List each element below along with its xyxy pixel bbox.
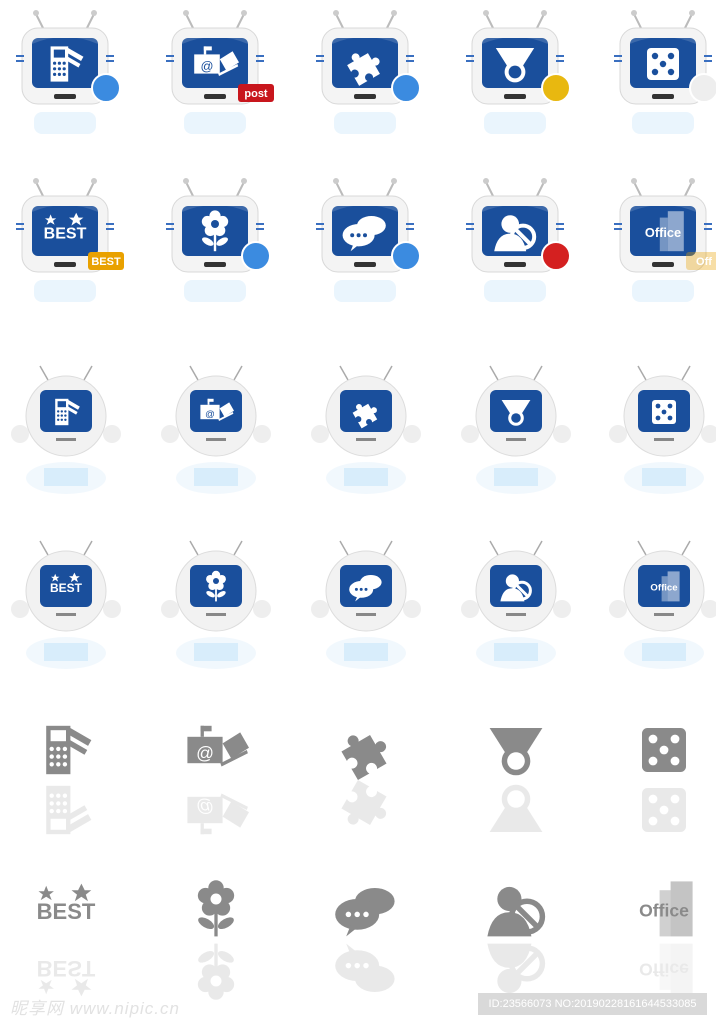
puzzle-tv-icon — [302, 0, 432, 150]
mail-flat-icon: @ @ — [152, 700, 282, 850]
svg-text:Office: Office — [639, 959, 689, 979]
svg-text:@: @ — [196, 743, 214, 763]
svg-text:post: post — [244, 88, 268, 100]
chat-robot-icon — [302, 533, 432, 683]
chat-tv-icon — [302, 168, 432, 318]
svg-text:Off: Off — [696, 256, 712, 268]
svg-text:Office: Office — [639, 901, 689, 921]
puzzle-robot-icon — [302, 358, 432, 508]
watermark-id: ID:23566073 NO:20190228161644533085 — [478, 993, 707, 1015]
svg-text:BEST: BEST — [44, 225, 87, 242]
office-robot-icon: Office — [600, 533, 716, 683]
puzzle-flat-icon — [302, 700, 432, 850]
payment-terminal-tv-icon: $ — [2, 0, 132, 150]
payment-terminal-flat-icon: $ $ — [2, 700, 132, 850]
svg-text:BEST: BEST — [37, 956, 96, 981]
user-block-robot-icon — [452, 533, 582, 683]
badge: Off — [686, 252, 716, 270]
svg-text:@: @ — [196, 797, 214, 817]
svg-text:$: $ — [60, 402, 63, 408]
badge: BEST — [88, 252, 124, 270]
best-flat-icon: BEST BEST — [2, 860, 132, 1010]
badge: post — [238, 84, 274, 102]
svg-text:Office: Office — [645, 225, 681, 240]
mail-tv-icon: @ post — [152, 0, 282, 150]
mail-robot-icon: @ — [152, 358, 282, 508]
svg-text:BEST: BEST — [50, 581, 83, 595]
flower-robot-icon — [152, 533, 282, 683]
svg-text:BEST: BEST — [91, 256, 121, 268]
svg-text:$: $ — [57, 49, 61, 58]
svg-text:@: @ — [205, 409, 215, 420]
medal-tv-icon — [452, 0, 582, 150]
payment-terminal-robot-icon: $ — [2, 358, 132, 508]
svg-text:$: $ — [56, 731, 62, 742]
svg-text:$: $ — [56, 818, 62, 829]
office-flat-icon: Office Office — [600, 860, 716, 1010]
dice-tv-icon — [600, 0, 716, 150]
flower-tv-icon — [152, 168, 282, 318]
dice-flat-icon — [600, 700, 716, 850]
best-robot-icon: BEST — [2, 533, 132, 683]
user-block-tv-icon — [452, 168, 582, 318]
svg-text:Office: Office — [650, 583, 677, 594]
best-tv-icon: BEST BEST — [2, 168, 132, 318]
medal-robot-icon — [452, 358, 582, 508]
medal-flat-icon — [452, 700, 582, 850]
dice-robot-icon — [600, 358, 716, 508]
watermark-site: 昵享网 www.nipic.cn — [10, 999, 180, 1018]
flower-flat-icon — [152, 860, 282, 1010]
chat-flat-icon — [302, 860, 432, 1010]
svg-text:@: @ — [201, 58, 214, 73]
office-tv-icon: Office Off — [600, 168, 716, 318]
user-block-flat-icon — [452, 860, 582, 1010]
svg-text:BEST: BEST — [37, 899, 96, 924]
